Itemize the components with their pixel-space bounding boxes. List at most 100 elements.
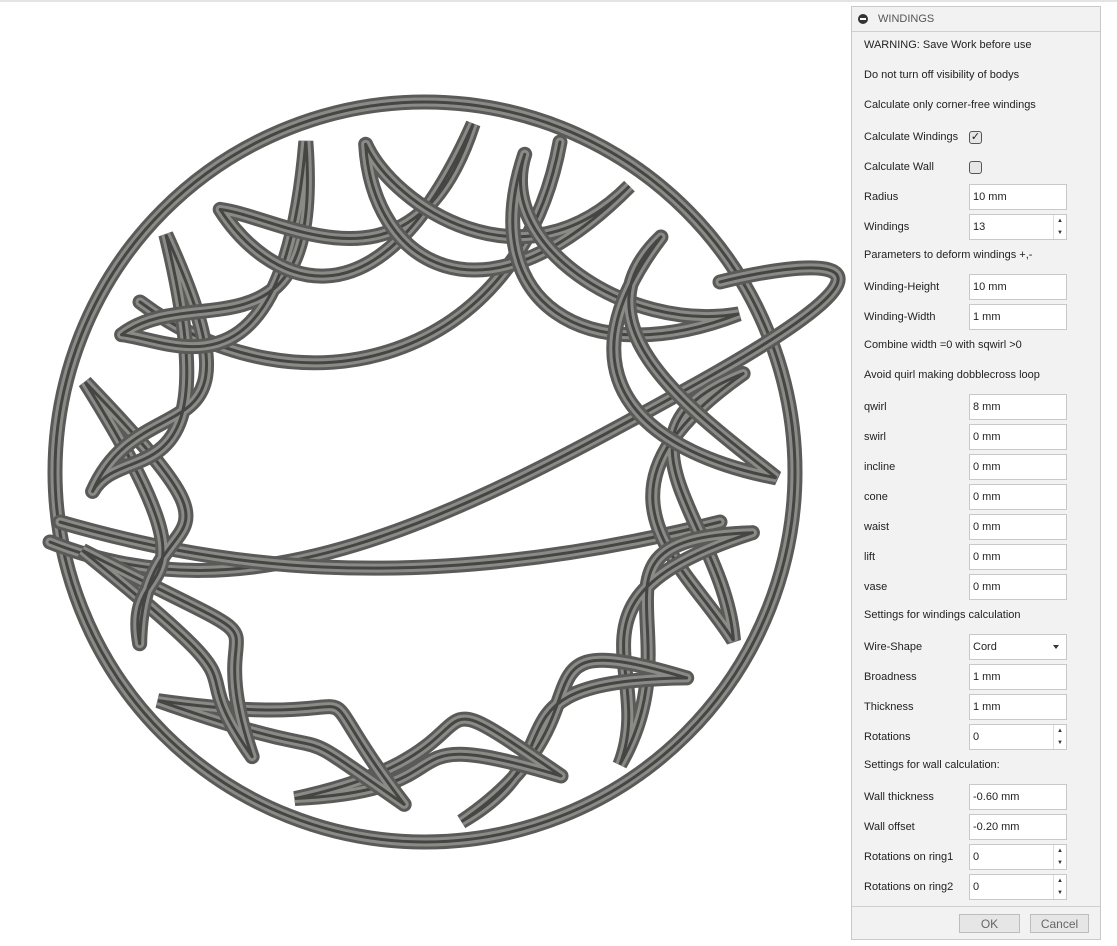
winding-width-input[interactable]: 1 mm [969, 304, 1067, 330]
field-value: 0 [973, 731, 980, 743]
info-text: Combine width =0 with sqwirl >0 [864, 339, 1022, 351]
row-do-not-turn-off-visibility-of-bodys: Do not turn off visibility of bodys [864, 60, 1094, 90]
field-label: Calculate Wall [864, 161, 934, 173]
row-avoid-quirl-making-dobblecross-loop: Avoid quirl making dobblecross loop [864, 360, 1094, 390]
dropdown-arrow-icon[interactable] [1053, 645, 1059, 649]
field-label: qwirl [864, 401, 887, 413]
field-label: Rotations [864, 731, 911, 743]
field-value: 0 mm [973, 581, 1001, 593]
row-wall-thickness: Wall thickness -0.60 mm [864, 782, 1094, 812]
row-windings: Windings 13 ▲ ▼ [864, 212, 1094, 242]
ok-button[interactable]: OK [959, 914, 1020, 933]
field-value: 0 mm [973, 491, 1001, 503]
field-value: -0.20 mm [973, 821, 1020, 833]
row-calculate-wall: Calculate Wall [864, 152, 1094, 182]
field-value: 0 [973, 851, 980, 863]
lift-input[interactable]: 0 mm [969, 544, 1067, 570]
vase-input[interactable]: 0 mm [969, 574, 1067, 600]
field-value: 1 mm [973, 311, 1001, 323]
row-lift: lift 0 mm [864, 542, 1094, 572]
field-label: swirl [864, 431, 886, 443]
calculate-wall-checkbox[interactable] [969, 160, 982, 174]
spin-down-icon[interactable]: ▼ [1057, 890, 1063, 896]
row-settings-for-windings-calculation: Settings for windings calculation [864, 600, 1094, 630]
row-warning-save-work-before-use: WARNING: Save Work before use [864, 30, 1094, 60]
field-value: 0 mm [973, 551, 1001, 563]
broadness-input[interactable]: 1 mm [969, 664, 1067, 690]
windings-input[interactable]: 13 ▲ ▼ [969, 214, 1067, 240]
cone-input[interactable]: 0 mm [969, 484, 1067, 510]
wall-thickness-input[interactable]: -0.60 mm [969, 784, 1067, 810]
windings-dialog: WINDINGS WARNING: Save Work before use Do… [851, 6, 1101, 940]
row-settings-for-wall-calculation: Settings for wall calculation: [864, 750, 1094, 780]
spin-up-icon[interactable]: ▲ [1057, 848, 1063, 854]
spinner[interactable]: ▲ ▼ [1053, 215, 1066, 239]
calculate-windings-checkbox[interactable]: ✓ [969, 130, 982, 144]
field-value: 1 mm [973, 671, 1001, 683]
row-broadness: Broadness 1 mm [864, 662, 1094, 692]
row-calculate-windings: Calculate Windings ✓ [864, 122, 1094, 152]
row-parameters-to-deform-windings: Parameters to deform windings +,- [864, 240, 1094, 270]
spinner[interactable]: ▲ ▼ [1053, 725, 1066, 749]
radius-input[interactable]: 10 mm [969, 184, 1067, 210]
field-value: -0.60 mm [973, 791, 1020, 803]
field-label: waist [864, 521, 890, 533]
incline-input[interactable]: 0 mm [969, 454, 1067, 480]
info-text: Settings for wall calculation: [864, 759, 1000, 771]
3d-viewport[interactable] [0, 2, 850, 946]
wire-shape-input[interactable]: Cord [969, 634, 1067, 660]
qwirl-input[interactable]: 8 mm [969, 394, 1067, 420]
spin-down-icon[interactable]: ▼ [1057, 230, 1063, 236]
spin-up-icon[interactable]: ▲ [1057, 728, 1063, 734]
field-value: 10 mm [973, 281, 1007, 293]
spin-up-icon[interactable]: ▲ [1057, 878, 1063, 884]
field-label: Broadness [864, 671, 917, 683]
swirl-input[interactable]: 0 mm [969, 424, 1067, 450]
spinner[interactable]: ▲ ▼ [1053, 875, 1066, 899]
spin-down-icon[interactable]: ▼ [1057, 860, 1063, 866]
spinner[interactable]: ▲ ▼ [1053, 845, 1066, 869]
row-thickness: Thickness 1 mm [864, 692, 1094, 722]
field-label: vase [864, 581, 888, 593]
field-value: 0 [973, 881, 980, 893]
field-value: 0 mm [973, 521, 1001, 533]
dialog-title: WINDINGS [878, 13, 935, 25]
field-label: Rotations on ring2 [864, 881, 954, 893]
dialog-header[interactable]: WINDINGS [852, 7, 1100, 32]
row-swirl: swirl 0 mm [864, 422, 1094, 452]
spin-down-icon[interactable]: ▼ [1057, 740, 1063, 746]
field-label: Winding-Width [864, 311, 936, 323]
wire-strand [358, 136, 635, 278]
row-rotations-on-ring1: Rotations on ring1 0 ▲ ▼ [864, 842, 1094, 872]
row-vase: vase 0 mm [864, 572, 1094, 602]
info-text: Settings for windings calculation [864, 609, 1021, 621]
field-label: Wall offset [864, 821, 915, 833]
row-winding-height: Winding-Height 10 mm [864, 272, 1094, 302]
collapse-icon[interactable] [858, 14, 868, 24]
rotations-on-ring1-input[interactable]: 0 ▲ ▼ [969, 844, 1067, 870]
spin-up-icon[interactable]: ▲ [1057, 218, 1063, 224]
thickness-input[interactable]: 1 mm [969, 694, 1067, 720]
wall-offset-input[interactable]: -0.20 mm [969, 814, 1067, 840]
row-qwirl: qwirl 8 mm [864, 392, 1094, 422]
row-rotations-on-ring2: Rotations on ring2 0 ▲ ▼ [864, 872, 1094, 902]
winding-height-input[interactable]: 10 mm [969, 274, 1067, 300]
field-value: 0 mm [973, 461, 1001, 473]
field-value: 1 mm [973, 701, 1001, 713]
dialog-footer: OK Cancel [852, 906, 1100, 939]
row-cone: cone 0 mm [864, 482, 1094, 512]
row-wire-shape: Wire-Shape Cord [864, 632, 1094, 662]
field-label: cone [864, 491, 888, 503]
waist-input[interactable]: 0 mm [969, 514, 1067, 540]
rotations-on-ring2-input[interactable]: 0 ▲ ▼ [969, 874, 1067, 900]
field-label: Calculate Windings [864, 131, 959, 143]
cancel-button[interactable]: Cancel [1030, 914, 1089, 933]
row-incline: incline 0 mm [864, 452, 1094, 482]
info-text: Avoid quirl making dobblecross loop [864, 369, 1040, 381]
row-calculate-only-corner-free-windings: Calculate only corner-free windings [864, 90, 1094, 120]
field-value: 0 mm [973, 431, 1001, 443]
rotations-input[interactable]: 0 ▲ ▼ [969, 724, 1067, 750]
field-value: 8 mm [973, 401, 1001, 413]
field-value: 13 [973, 221, 986, 233]
field-label: Wall thickness [864, 791, 934, 803]
